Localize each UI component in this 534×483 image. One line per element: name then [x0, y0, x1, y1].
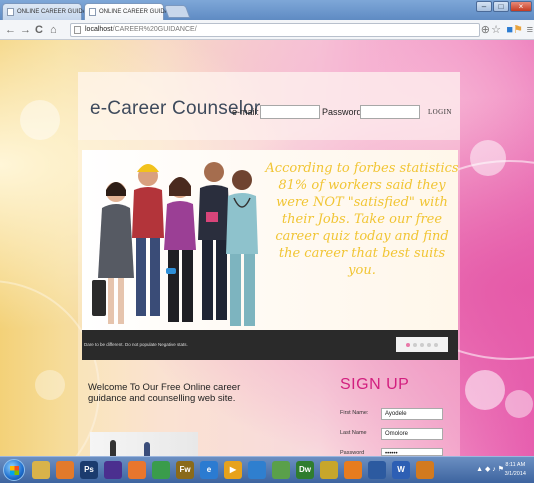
start-button[interactable]: [3, 459, 25, 481]
welcome-text: Welcome To Our Free Online career guidan…: [88, 382, 241, 404]
page-icon: [89, 8, 96, 16]
email-label: e-mail:: [232, 107, 260, 117]
background-decoration: [465, 370, 505, 410]
last-name-field[interactable]: Omolore: [381, 428, 443, 440]
password-label: Password:: [322, 107, 365, 117]
taskbar-app-green-icon[interactable]: [272, 461, 290, 479]
back-icon[interactable]: ←: [5, 23, 16, 37]
page-viewport: e-Career Counselor e-mail: Password: LOG…: [0, 40, 534, 456]
taskbar-media-icon[interactable]: ▶: [224, 461, 242, 479]
page-container: e-Career Counselor e-mail: Password: LOG…: [78, 72, 460, 456]
slider-pagination: [396, 337, 448, 352]
taskbar-fireworks-icon[interactable]: Fw: [176, 461, 194, 479]
browser-tab-2[interactable]: ONLINE CAREER GUIDAN ×: [84, 3, 183, 20]
windows-taskbar: Ps Fw e ▶ Dw W ▲ ◆ ♪ ⚑ 8:11 AM 3/1/2014: [0, 456, 534, 483]
home-icon[interactable]: ⌂: [50, 23, 57, 37]
page-icon: [74, 26, 81, 34]
extension-icon[interactable]: ■: [506, 23, 513, 37]
tab-title: ONLINE CAREER GUIDAN: [99, 9, 174, 15]
tab-title: ONLINE CAREER GUIDAN: [17, 9, 92, 15]
maximize-button[interactable]: □: [493, 1, 509, 12]
slide-dot[interactable]: [420, 342, 424, 347]
new-tab-button[interactable]: [163, 5, 191, 18]
site-header: e-Career Counselor e-mail: Password: LOG…: [78, 72, 460, 140]
reload-icon[interactable]: C: [35, 23, 43, 37]
banner-quote: According to forbes statistics 81% of wo…: [265, 161, 459, 278]
background-decoration: [20, 100, 60, 140]
taskbar-vlc-icon[interactable]: [344, 461, 362, 479]
slide-dot[interactable]: [413, 342, 417, 347]
slide-dot[interactable]: [434, 342, 438, 347]
taskbar-word-icon[interactable]: W: [392, 461, 410, 479]
login-button[interactable]: LOGIN: [428, 108, 452, 116]
browser-tab-strip: ONLINE CAREER GUIDAN × ONLINE CAREER GUI…: [0, 0, 534, 20]
password-field[interactable]: [360, 105, 420, 119]
slide-dot[interactable]: [406, 342, 410, 347]
minimize-button[interactable]: –: [476, 1, 492, 12]
banner-caption: Dare to be different. Do not populate Ne…: [84, 342, 188, 347]
first-name-field[interactable]: Ayodele: [381, 408, 443, 420]
taskbar-clock[interactable]: 8:11 AM 3/1/2014: [505, 461, 526, 479]
taskbar-ie-icon[interactable]: e: [200, 461, 218, 479]
clock-date: 3/1/2014: [504, 471, 526, 477]
flag-icon[interactable]: ⚑: [513, 23, 523, 37]
professionals-group-image: [92, 162, 258, 326]
address-bar[interactable]: localhost/CAREER%20GUIDANCE/: [70, 23, 480, 37]
address-path: /CAREER%20GUIDANCE/: [112, 26, 197, 33]
banner-caption-bar: Dare to be different. Do not populate Ne…: [82, 330, 458, 360]
forward-icon[interactable]: →: [20, 23, 31, 37]
slide-dot[interactable]: [427, 342, 431, 347]
taskbar-firefox-icon[interactable]: [128, 461, 146, 479]
zoom-icon[interactable]: ⊕: [481, 23, 490, 37]
window-controls: – □ ×: [476, 1, 532, 12]
signup-password-field[interactable]: ••••••: [381, 448, 443, 456]
signup-heading: SIGN UP: [340, 376, 410, 393]
taskbar-app-blue-icon[interactable]: [248, 461, 266, 479]
taskbar-explorer-icon[interactable]: [32, 461, 50, 479]
address-host: localhost: [85, 26, 113, 33]
browser-tab-1[interactable]: ONLINE CAREER GUIDAN ×: [2, 3, 101, 20]
first-name-label: First Name:: [340, 410, 369, 416]
system-tray-icons[interactable]: ▲ ◆ ♪ ⚑: [476, 465, 504, 473]
clock-time: 8:11 AM: [505, 462, 526, 468]
browser-toolbar: ← → C ⌂ localhost/CAREER%20GUIDANCE/ ⊕ ☆…: [0, 20, 534, 40]
welcome-image: [90, 432, 198, 456]
last-name-label: Last Name: [340, 430, 367, 436]
star-icon[interactable]: ☆: [491, 23, 501, 37]
background-decoration: [505, 390, 533, 418]
taskbar-app-orange-icon[interactable]: [416, 461, 434, 479]
email-field[interactable]: [260, 105, 320, 119]
hero-banner: According to forbes statistics 81% of wo…: [82, 150, 459, 360]
taskbar-app-yellow-icon[interactable]: [320, 461, 338, 479]
taskbar-dreamweaver-icon[interactable]: Dw: [296, 461, 314, 479]
close-window-button[interactable]: ×: [510, 1, 532, 12]
taskbar-vs-icon[interactable]: [104, 461, 122, 479]
taskbar-app-dark-icon[interactable]: [368, 461, 386, 479]
taskbar-photoshop-icon[interactable]: Ps: [80, 461, 98, 479]
taskbar-settings-icon[interactable]: [56, 461, 74, 479]
taskbar-chrome-icon[interactable]: [152, 461, 170, 479]
menu-icon[interactable]: ≡: [527, 23, 533, 37]
page-icon: [7, 8, 14, 16]
